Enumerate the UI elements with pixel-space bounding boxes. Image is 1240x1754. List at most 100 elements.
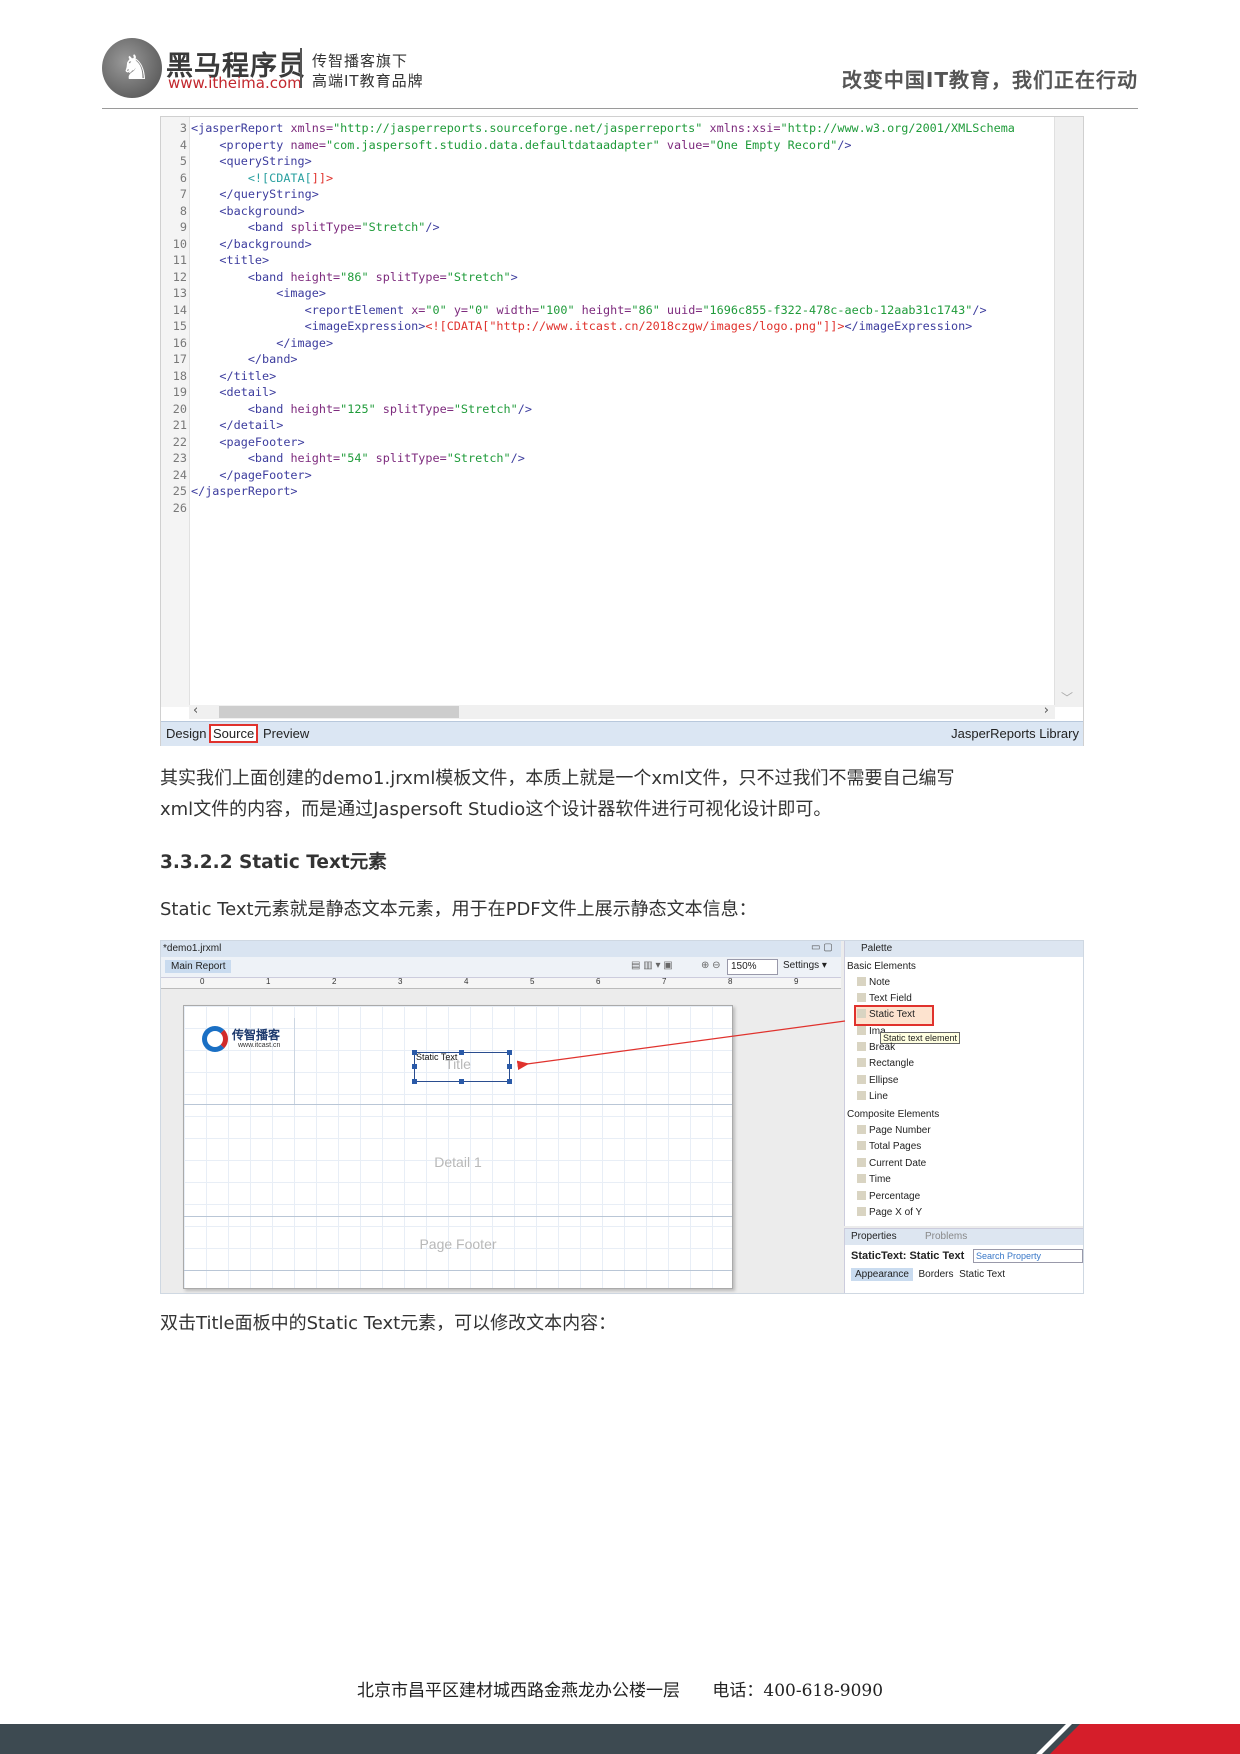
brand-logo-icon: ♞ — [102, 38, 162, 98]
code-token: <reportElement — [191, 302, 412, 317]
code-token: "http://www.itcast.cn/2018czgw/images/lo… — [489, 319, 824, 333]
header-separator — [300, 48, 302, 88]
code-token: "0" — [425, 302, 447, 317]
scrollbar-thumb[interactable] — [219, 706, 459, 718]
line-number: 15 — [172, 319, 187, 333]
code-token: </imageExpression> — [844, 319, 973, 333]
header-slogan-line2: 高端IT教育品牌 — [312, 72, 424, 90]
code-token: <band — [191, 220, 291, 234]
code-token: height= — [290, 269, 341, 284]
footer-accent — [1050, 1724, 1240, 1754]
line-number: 13 — [172, 286, 187, 300]
code-token: "Stretch" — [446, 269, 511, 284]
code-token: value= — [659, 137, 710, 152]
code-token: "Stretch" — [446, 451, 511, 465]
code-token: <![CDATA[ — [191, 170, 312, 185]
code-token: /> — [510, 451, 525, 465]
tab-preview[interactable]: Preview — [263, 726, 309, 741]
code-token: width= — [489, 302, 540, 317]
code-token: "Stretch" — [361, 220, 426, 234]
code-token: /> — [837, 137, 852, 152]
code-token: "Stretch" — [453, 401, 518, 416]
code-token: ]]> — [823, 319, 845, 333]
code-token: "1696c855-f322-478c-aecb-12aab31c1743" — [702, 302, 973, 317]
code-token: splitType= — [368, 269, 447, 284]
code-token: <![CDATA[ — [425, 319, 490, 333]
horizontal-scrollbar[interactable] — [189, 705, 1055, 719]
paragraph-double-click: 双击Title面板中的Static Text元素，可以修改文本内容： — [160, 1313, 617, 1334]
source-editor: 3 <jasperReport xmlns="http://jasperrepor… — [160, 116, 1084, 746]
line-number: 21 — [172, 418, 187, 432]
code-token: <band — [191, 451, 291, 465]
code-token: </background> — [191, 236, 312, 251]
code-token: xmlns:xsi= — [702, 121, 781, 135]
code-token: </band> — [191, 352, 298, 366]
scroll-left-icon[interactable]: ‹ — [193, 703, 198, 718]
code-token: splitType= — [368, 451, 447, 465]
code-token: </image> — [191, 335, 334, 350]
code-token: "86" — [631, 302, 660, 317]
footer-phone: 电话：400-618-9090 — [712, 1681, 884, 1701]
line-number: 20 — [172, 401, 187, 416]
callout-arrow — [516, 1020, 846, 1071]
code-token: <queryString> — [191, 154, 312, 168]
code-token: </pageFooter> — [191, 467, 312, 482]
line-number: 9 — [179, 220, 187, 234]
line-number: 14 — [172, 302, 187, 317]
report-designer: *demo1.jrxml ▭ ▢ Main Report ▤ ▥ ▾ ▣ ⊕ ⊖… — [160, 940, 1084, 1294]
code-token: uuid= — [659, 302, 703, 317]
code-token: ]]> — [311, 170, 334, 185]
code-token: </jasperReport> — [191, 484, 298, 498]
code-token: /> — [517, 401, 532, 416]
tab-source[interactable]: Source — [209, 724, 259, 743]
code-token: <image> — [191, 286, 326, 300]
code-token: <title> — [191, 253, 270, 267]
footer-address: 北京市昌平区建材城西路金燕龙办公楼一层 — [356, 1681, 680, 1701]
scroll-down-icon[interactable]: ﹀ — [1061, 689, 1073, 706]
scroll-right-icon[interactable]: › — [1044, 703, 1049, 718]
code-token: "One Empty Record" — [709, 137, 838, 152]
editor-tab-bar: Design Source Preview JasperReports Libr… — [161, 721, 1083, 746]
line-number: 4 — [179, 137, 187, 152]
brand-url: www.itheima.com — [168, 74, 302, 92]
code-token: <imageExpression> — [191, 319, 426, 333]
code-token: "100" — [539, 302, 575, 317]
code-token: <detail> — [191, 385, 277, 399]
line-number: 16 — [172, 335, 187, 350]
line-number: 17 — [172, 352, 187, 366]
tab-design[interactable]: Design — [166, 726, 206, 741]
code-token: > — [510, 269, 518, 284]
line-number: 11 — [172, 253, 187, 267]
line-number: 26 — [172, 500, 187, 515]
code-token: </title> — [191, 368, 277, 383]
line-number: 22 — [172, 434, 187, 449]
code-token: height= — [290, 451, 341, 465]
line-number: 7 — [179, 187, 187, 201]
header-divider — [102, 108, 1138, 109]
line-number: 3 — [179, 121, 187, 135]
code-token: </detail> — [191, 418, 284, 432]
code-token: "125" — [340, 401, 376, 416]
header-motto: 改变中国IT教育，我们正在行动 — [841, 68, 1138, 92]
code-token: <band — [191, 401, 291, 416]
code-token: /> — [972, 302, 987, 317]
vertical-scrollbar[interactable] — [1054, 117, 1083, 707]
code-token: height= — [574, 302, 632, 317]
code-token: "86" — [340, 269, 369, 284]
header-slogan-line1: 传智播客旗下 — [312, 52, 409, 70]
code-token: <background> — [191, 203, 305, 218]
line-number: 19 — [172, 385, 187, 399]
code-token: <band — [191, 269, 291, 284]
footer-contact: 北京市昌平区建材城西路金燕龙办公楼一层 电话：400-618-9090 — [0, 1676, 1240, 1701]
paragraph-line: 其实我们上面创建的demo1.jrxml模板文件，本质上就是一个xml文件，只不… — [160, 768, 955, 789]
line-number: 5 — [179, 154, 187, 168]
code-token: splitType= — [375, 401, 454, 416]
code-token: "com.jaspersoft.studio.data.defaultdataa… — [325, 137, 660, 152]
code-token: <property — [191, 137, 291, 152]
code-token: "http://jasperreports.sourceforge.net/ja… — [333, 121, 703, 135]
line-number: 6 — [179, 170, 187, 185]
section-heading: 3.3.2.2 Static Text元素 — [160, 852, 387, 873]
jasperreports-library-label: JasperReports Library — [951, 726, 1079, 741]
code-token: "http://www.w3.org/2001/XMLSchema — [780, 121, 1015, 135]
line-number: 18 — [172, 368, 187, 383]
